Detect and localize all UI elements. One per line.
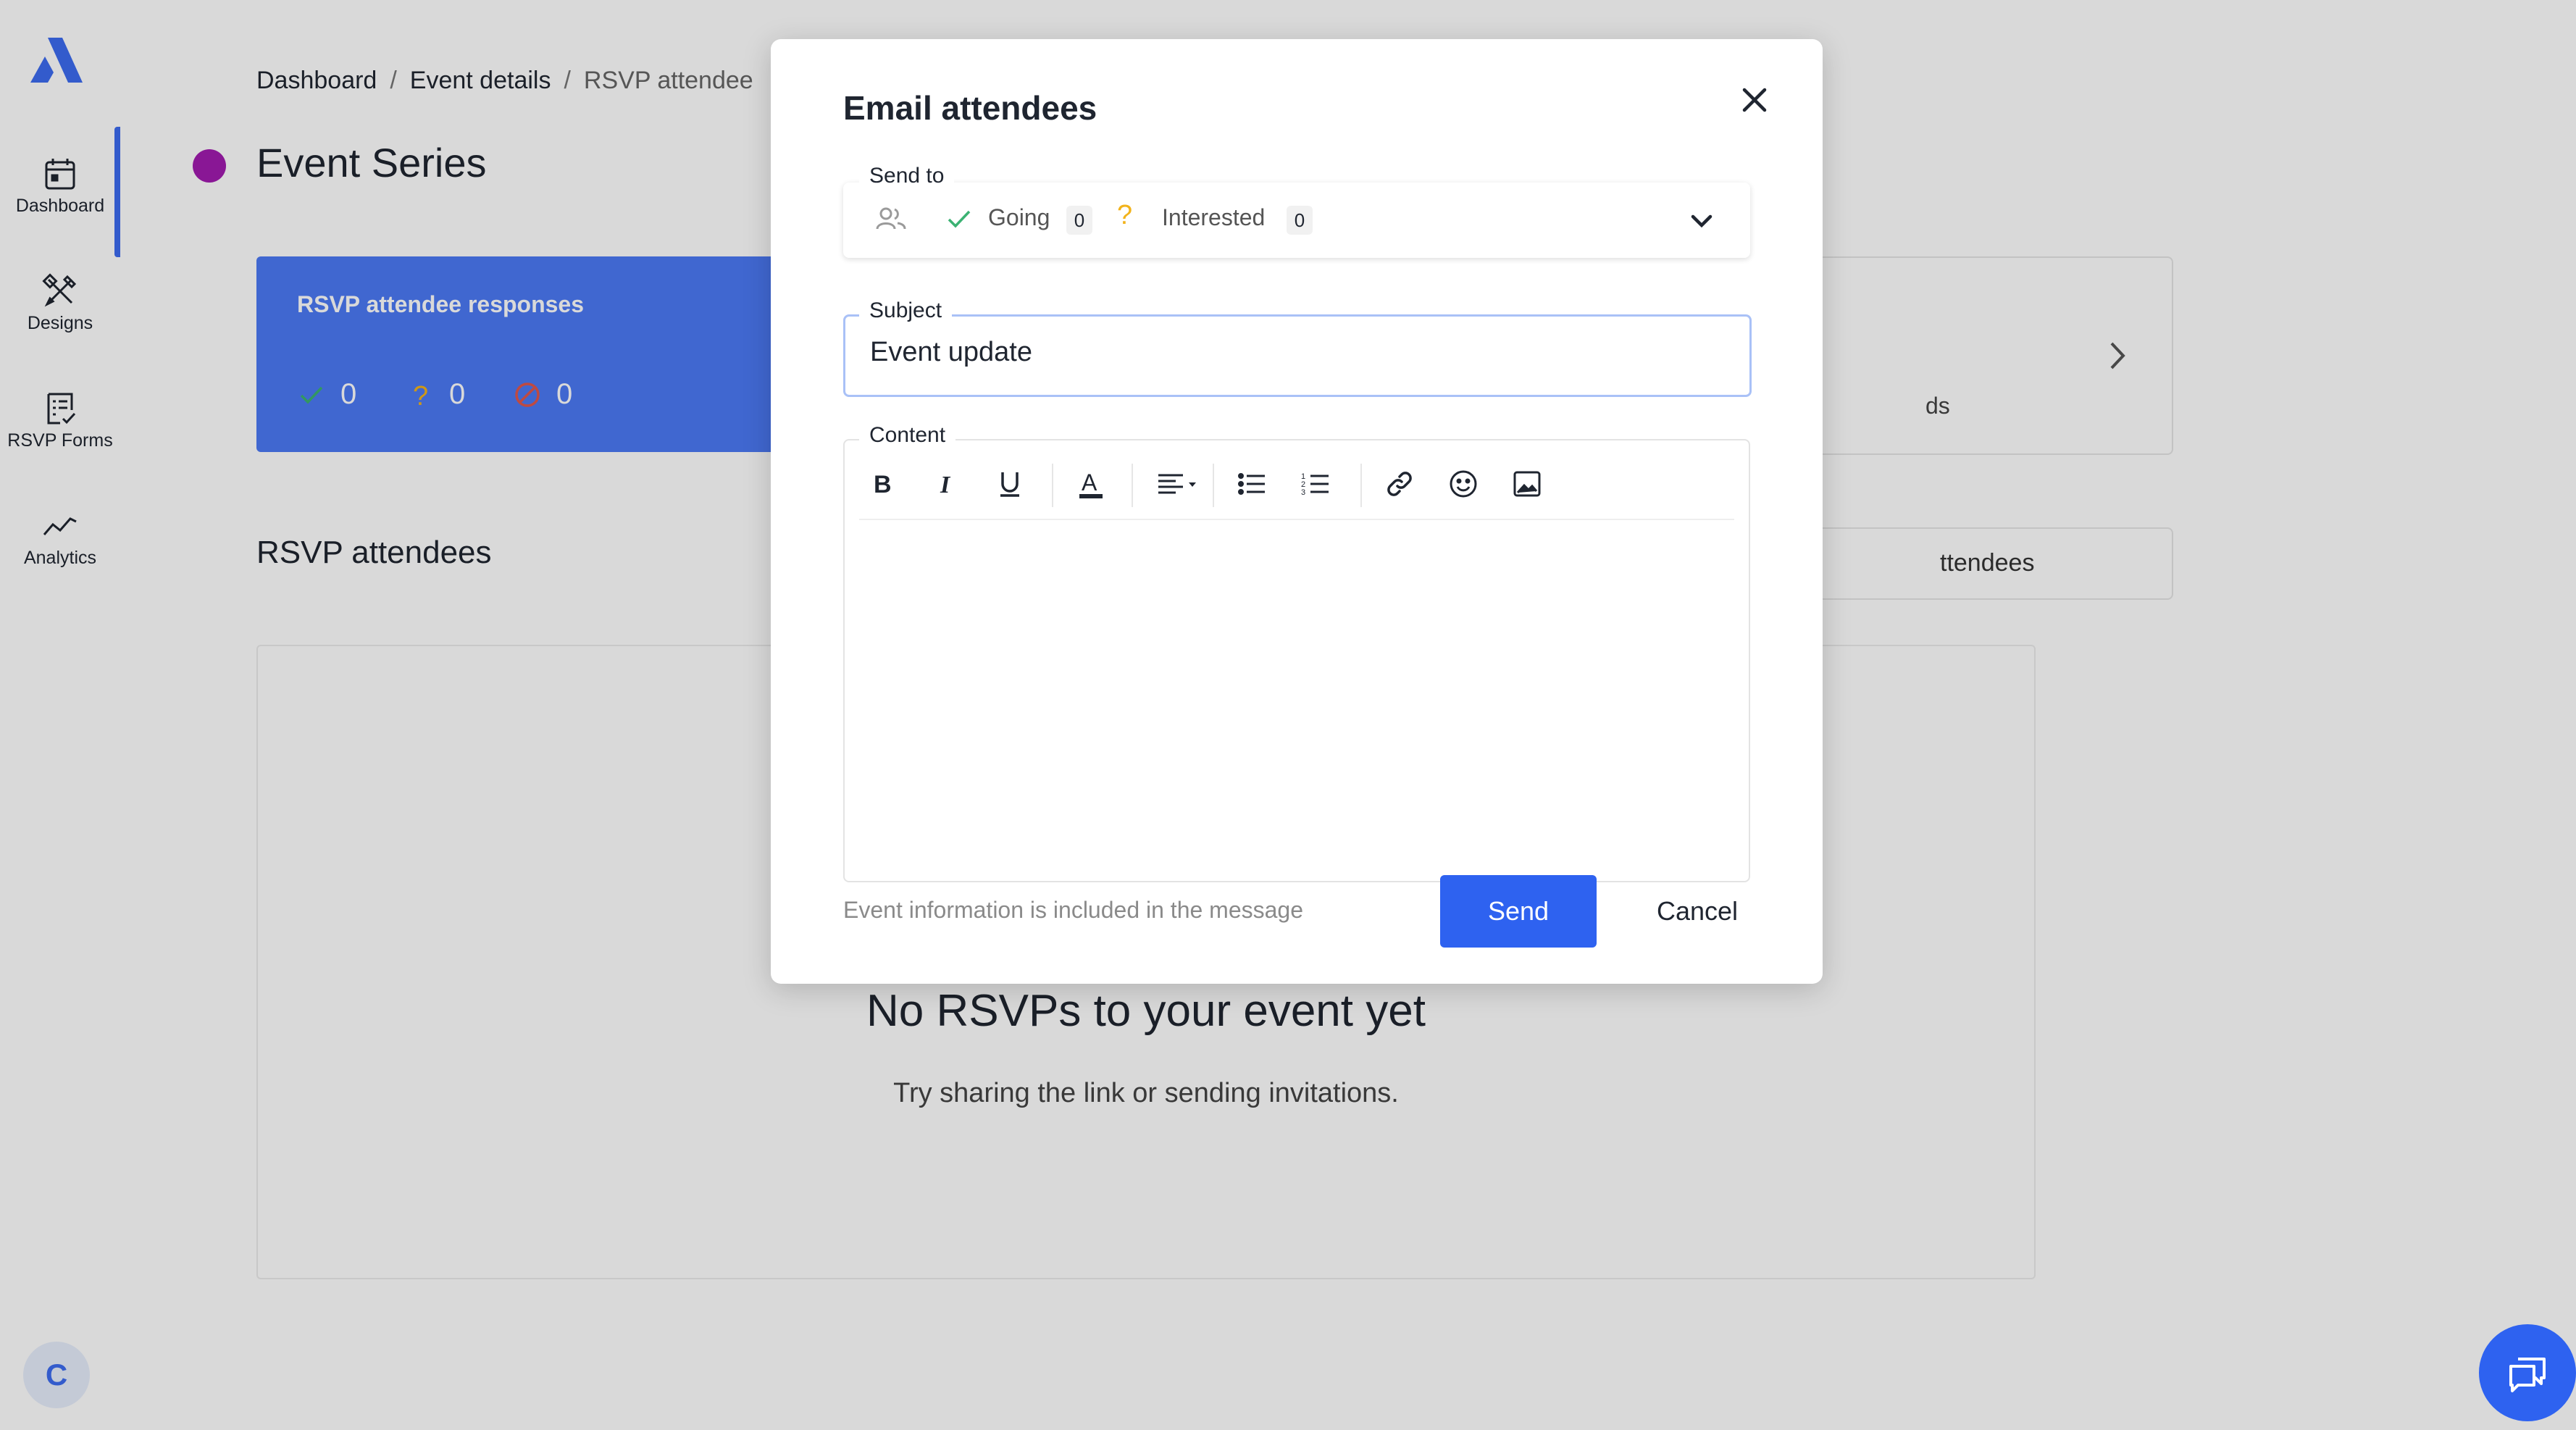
people-icon — [876, 207, 906, 230]
numbered-list-icon: 1 2 3 — [1301, 472, 1329, 497]
bold-button[interactable]: B — [865, 467, 900, 501]
toolbar-divider — [859, 519, 1734, 520]
toolbar-separator — [1132, 464, 1133, 507]
question-icon: ? — [1117, 200, 1133, 230]
subject-field[interactable] — [843, 314, 1752, 397]
subject-label: Subject — [859, 298, 953, 323]
content-editor: B I A 1 2 3 — [843, 439, 1750, 882]
bold-icon: B — [874, 471, 892, 498]
text-color-button[interactable]: A — [1074, 467, 1108, 501]
link-icon — [1387, 472, 1412, 496]
bullet-list-button[interactable] — [1234, 467, 1269, 501]
chat-icon — [2509, 1358, 2546, 1392]
close-icon[interactable] — [1734, 80, 1775, 120]
interested-count-badge: 0 — [1287, 206, 1313, 235]
image-button[interactable] — [1510, 467, 1544, 501]
dialog-title: Email attendees — [843, 89, 1097, 127]
emoji-icon — [1450, 470, 1477, 498]
svg-text:A: A — [1082, 469, 1097, 496]
chevron-down-icon[interactable] — [1686, 206, 1717, 236]
bullet-list-icon — [1238, 473, 1265, 495]
emoji-button[interactable] — [1446, 467, 1481, 501]
align-dropdown[interactable] — [1153, 467, 1205, 501]
footer-note: Event information is included in the mes… — [843, 897, 1304, 923]
email-attendees-dialog: Email attendees Going 0 ? Interested 0 S… — [771, 39, 1823, 984]
underline-button[interactable] — [992, 467, 1027, 501]
toolbar-separator — [1360, 464, 1362, 507]
underline-icon — [1000, 472, 1019, 497]
align-left-icon — [1158, 474, 1196, 494]
check-icon — [948, 210, 971, 228]
editor-toolbar: B I A 1 2 3 — [845, 440, 1749, 520]
subject-input[interactable] — [870, 337, 1710, 368]
chat-launcher-button[interactable] — [2479, 1324, 2576, 1421]
content-label: Content — [859, 423, 956, 448]
interested-label: Interested — [1162, 204, 1266, 230]
image-icon — [1513, 471, 1541, 497]
send-button[interactable]: Send — [1440, 875, 1597, 948]
going-label: Going — [988, 204, 1050, 230]
cancel-button[interactable]: Cancel — [1643, 875, 1752, 948]
toolbar-separator — [1052, 464, 1053, 507]
svg-text:I: I — [940, 472, 951, 498]
italic-icon: I — [940, 472, 951, 498]
svg-text:3: 3 — [1301, 488, 1305, 497]
svg-text:B: B — [874, 471, 892, 498]
toolbar-separator — [1213, 464, 1214, 507]
going-count-badge: 0 — [1066, 206, 1092, 235]
numbered-list-button[interactable]: 1 2 3 — [1298, 467, 1333, 501]
page: Dashboard Designs RSVP Forms Analytics C… — [0, 0, 2576, 1430]
send-to-label: Send to — [859, 164, 955, 188]
italic-button[interactable]: I — [929, 467, 963, 501]
send-to-select[interactable]: Going 0 ? Interested 0 — [843, 183, 1750, 258]
content-editor-area[interactable] — [859, 522, 1734, 869]
link-button[interactable] — [1382, 467, 1417, 501]
text-color-icon: A — [1079, 469, 1103, 498]
